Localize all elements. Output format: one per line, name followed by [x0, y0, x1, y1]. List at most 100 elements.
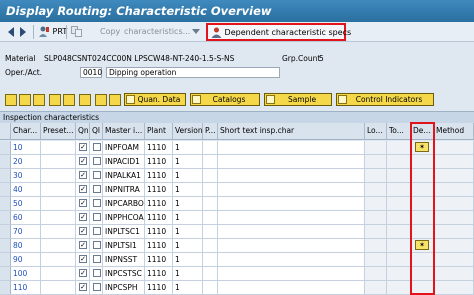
copy-button[interactable]: Copy — [100, 25, 120, 39]
table-cell-char[interactable]: 90 — [11, 253, 41, 267]
table-cell-plant: 1110 — [145, 239, 173, 253]
ql-checkbox[interactable] — [93, 199, 101, 207]
column-header-version[interactable]: Version — [173, 123, 203, 140]
column-header-dep[interactable]: De... — [411, 123, 434, 140]
ql-checkbox[interactable] — [93, 241, 101, 249]
dependency-icon[interactable]: ✶ — [415, 240, 429, 250]
table-cell-dep: ✶ — [411, 141, 434, 155]
dependent-characteristic-specs-button[interactable]: Dependent characteristic specs — [206, 23, 351, 41]
qn-checkbox[interactable]: ✓ — [79, 143, 87, 151]
table-cell-short — [218, 141, 365, 155]
qn-checkbox[interactable]: ✓ — [79, 199, 87, 207]
row-selector[interactable] — [0, 267, 11, 281]
dropdown-chevron-icon[interactable] — [192, 25, 200, 39]
table-cell-char[interactable]: 70 — [11, 225, 41, 239]
table-cell-p — [203, 197, 218, 211]
catalogs-tab[interactable]: Catalogs — [190, 93, 260, 106]
ql-checkbox[interactable] — [93, 269, 101, 277]
qn-checkbox[interactable]: ✓ — [79, 269, 87, 277]
column-header-short[interactable]: Short text insp.char — [218, 123, 365, 140]
info-icon[interactable] — [109, 94, 121, 106]
row-selector[interactable] — [0, 197, 11, 211]
ql-checkbox[interactable] — [93, 227, 101, 235]
table-cell-ql — [90, 239, 103, 253]
table-cell-char[interactable]: 50 — [11, 197, 41, 211]
table-cell-char[interactable]: 100 — [11, 267, 41, 281]
copy-icon — [71, 25, 83, 39]
table-cell-lo — [365, 253, 387, 267]
oper-label: Oper./Act. — [5, 68, 43, 77]
table-cell-qn: ✓ — [76, 183, 90, 197]
column-header-qn[interactable]: Qn — [76, 123, 90, 140]
dependency-icon[interactable]: ✶ — [415, 142, 429, 152]
row-selector[interactable] — [0, 183, 11, 197]
table-cell-dep — [411, 197, 434, 211]
characteristics-button[interactable]: characteristics... — [124, 25, 190, 39]
row-selector[interactable] — [0, 141, 11, 155]
row-selector[interactable] — [0, 225, 11, 239]
qn-checkbox[interactable]: ✓ — [79, 255, 87, 263]
quan-data-tab[interactable]: Quan. Data — [124, 93, 186, 106]
table-cell-char[interactable]: 60 — [11, 211, 41, 225]
table-cell-master: INPCSPH — [103, 281, 145, 295]
oper-field[interactable]: 0010 — [80, 67, 102, 78]
table-cell-char[interactable]: 40 — [11, 183, 41, 197]
row-selector[interactable] — [0, 211, 11, 225]
deselect-all-icon[interactable] — [33, 94, 45, 106]
column-header-char[interactable]: Char... — [11, 123, 41, 140]
filter-icon[interactable] — [63, 94, 75, 106]
ql-checkbox[interactable] — [93, 185, 101, 193]
table-cell-char[interactable]: 80 — [11, 239, 41, 253]
table-cell-plant: 1110 — [145, 225, 173, 239]
ql-checkbox[interactable] — [93, 283, 101, 291]
select-all-icon[interactable] — [19, 94, 31, 106]
prt-button[interactable]: PRT — [38, 25, 67, 39]
column-header-p[interactable]: P... — [203, 123, 218, 140]
back-arrow-icon[interactable] — [8, 25, 15, 39]
table-cell-version: 1 — [173, 155, 203, 169]
qn-checkbox[interactable]: ✓ — [79, 171, 87, 179]
table-cell-to — [387, 141, 411, 155]
row-selector[interactable] — [0, 253, 11, 267]
sample-tab[interactable]: Sample — [264, 93, 332, 106]
table-cell-char[interactable]: 10 — [11, 141, 41, 155]
column-header-lo[interactable]: Lo... — [365, 123, 387, 140]
table-cell-char[interactable]: 110 — [11, 281, 41, 295]
table-cell-dep — [411, 281, 434, 295]
table-cell-char[interactable]: 20 — [11, 155, 41, 169]
table-cell-char[interactable]: 30 — [11, 169, 41, 183]
select-all-corner[interactable] — [0, 123, 11, 140]
qn-checkbox[interactable]: ✓ — [79, 213, 87, 221]
column-header-to[interactable]: To... — [387, 123, 411, 140]
table-cell-preset — [41, 169, 76, 183]
column-header-method[interactable]: Method — [434, 123, 474, 140]
qn-checkbox[interactable]: ✓ — [79, 283, 87, 291]
details-icon[interactable] — [79, 94, 91, 106]
ql-checkbox[interactable] — [93, 171, 101, 179]
row-selector[interactable] — [0, 169, 11, 183]
row-selector[interactable] — [0, 281, 11, 295]
qn-checkbox[interactable]: ✓ — [79, 227, 87, 235]
row-selector[interactable] — [0, 239, 11, 253]
control-indicators-tab[interactable]: Control Indicators — [336, 93, 434, 106]
column-header-master[interactable]: Master i... — [103, 123, 145, 140]
ql-checkbox[interactable] — [93, 213, 101, 221]
search-icon[interactable] — [95, 94, 107, 106]
row-selector[interactable] — [0, 155, 11, 169]
table-cell-qn: ✓ — [76, 281, 90, 295]
ql-checkbox[interactable] — [93, 255, 101, 263]
qn-checkbox[interactable]: ✓ — [79, 185, 87, 193]
qn-checkbox[interactable]: ✓ — [79, 241, 87, 249]
forward-arrow-icon[interactable] — [20, 25, 27, 39]
column-header-plant[interactable]: Plant — [145, 123, 173, 140]
ql-checkbox[interactable] — [93, 157, 101, 165]
table-cell-ql — [90, 267, 103, 281]
table-cell-to — [387, 225, 411, 239]
table-cell-lo — [365, 155, 387, 169]
ql-checkbox[interactable] — [93, 143, 101, 151]
table-settings-icon[interactable] — [5, 94, 17, 106]
column-header-preset[interactable]: Preset... — [41, 123, 76, 140]
column-header-ql[interactable]: Ql — [90, 123, 103, 140]
qn-checkbox[interactable]: ✓ — [79, 157, 87, 165]
sort-icon[interactable] — [49, 94, 61, 106]
